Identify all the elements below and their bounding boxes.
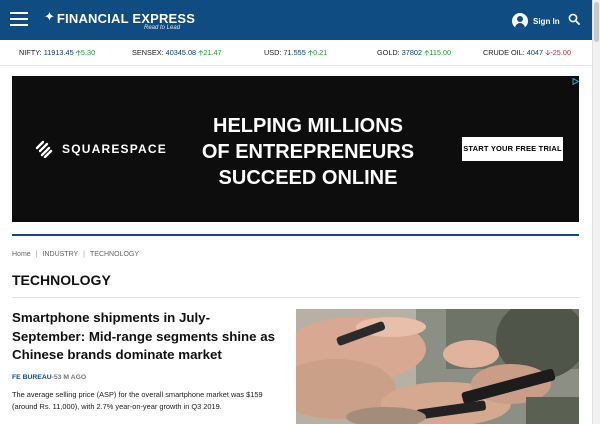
story-time: -53 M AGO: [51, 374, 87, 381]
ad-choices-icon[interactable]: [572, 78, 579, 85]
brand-tagline: Read to Lead: [144, 25, 181, 31]
ticker-change: 21.47: [203, 48, 222, 57]
squarespace-logo-icon: [35, 140, 53, 158]
advertisement-banner[interactable]: SQUARESPACE HELPING MILLIONS OF ENTREPRE…: [12, 76, 579, 222]
lead-story-summary: The average selling price (ASP) for the …: [12, 390, 263, 411]
ticker-label: USD:: [264, 48, 282, 57]
sign-in-button[interactable]: Sign In: [512, 12, 560, 30]
breadcrumb: Home | INDUSTRY | TECHNOLOGY: [12, 250, 139, 260]
hamburger-menu-icon[interactable]: [10, 12, 28, 26]
ticker-item-nifty[interactable]: NIFTY: 11913.45 🡩5.30: [19, 48, 95, 58]
ticker-label: GOLD:: [377, 48, 400, 57]
user-avatar-icon: [512, 13, 528, 29]
ad-cta-button[interactable]: START YOUR FREE TRIAL: [462, 137, 563, 161]
scrollbar[interactable]: [592, 0, 600, 424]
ticker-value: 4047: [526, 48, 544, 57]
ticker-change: 0.21: [313, 48, 328, 57]
breadcrumb-technology[interactable]: TECHNOLOGY: [90, 251, 139, 258]
title-divider: [12, 297, 579, 298]
section-divider: [12, 234, 579, 236]
ticker-value: 11913.45: [43, 48, 74, 57]
ticker-value: 71.555: [283, 48, 306, 57]
star-logo-icon: ✦: [44, 9, 55, 24]
ticker-item-sensex[interactable]: SENSEX: 40345.08 🡩21.47: [132, 48, 222, 58]
ticker-change: 115.00: [429, 48, 452, 57]
lead-story-byline: FE BUREAU-53 M AGO: [12, 373, 86, 382]
ticker-label: SENSEX:: [132, 48, 164, 57]
brand-logo[interactable]: ✦ FINANCIAL EXPRESS Read to Lead: [44, 9, 196, 32]
ad-headline: HELPING MILLIONS OF ENTREPRENEURS SUCCEE…: [188, 113, 428, 191]
brand-name: FINANCIAL EXPRESS: [56, 11, 196, 26]
story-author[interactable]: FE BUREAU: [12, 374, 52, 381]
page: ✦ FINANCIAL EXPRESS Read to Lead Sign In …: [0, 0, 600, 424]
ticker-change: -25.00: [550, 48, 572, 57]
market-ticker: NIFTY: 11913.45 🡩5.30 SENSEX: 40345.08 🡩…: [0, 40, 592, 66]
ticker-label: CRUDE OIL:: [483, 48, 525, 57]
breadcrumb-industry[interactable]: INDUSTRY: [43, 251, 79, 258]
ticker-value: 37802: [401, 48, 423, 57]
ticker-item-gold[interactable]: GOLD: 37802 🡩115.00: [377, 48, 451, 58]
breadcrumb-home[interactable]: Home: [12, 251, 31, 258]
ad-brand-name: SQUARESPACE: [62, 142, 167, 156]
squarespace-logo: SQUARESPACE: [34, 138, 167, 160]
ticker-item-crude-oil[interactable]: CRUDE OIL: 4047 🡫-25.00: [483, 48, 571, 58]
page-title: TECHNOLOGY: [12, 272, 111, 288]
sign-in-label: Sign In: [533, 16, 560, 26]
site-header: ✦ FINANCIAL EXPRESS Read to Lead Sign In: [0, 0, 592, 40]
breadcrumb-separator: |: [83, 251, 85, 258]
ticker-item-usd[interactable]: USD: 71.555 🡩0.21: [264, 48, 327, 58]
ad-headline-line: HELPING MILLIONS: [213, 115, 403, 137]
ticker-value: 40345.08: [165, 48, 197, 57]
ticker-change: 5.30: [80, 48, 96, 57]
ticker-label: NIFTY:: [19, 48, 42, 57]
ad-headline-line: SUCCEED ONLINE: [218, 167, 398, 189]
ad-headline-line: OF ENTREPRENEURS: [201, 141, 415, 163]
breadcrumb-separator: |: [35, 251, 38, 258]
search-icon[interactable]: [568, 13, 580, 25]
lead-story-image[interactable]: [296, 309, 579, 424]
lead-story-headline[interactable]: Smartphone shipments in July-September: …: [12, 309, 282, 365]
